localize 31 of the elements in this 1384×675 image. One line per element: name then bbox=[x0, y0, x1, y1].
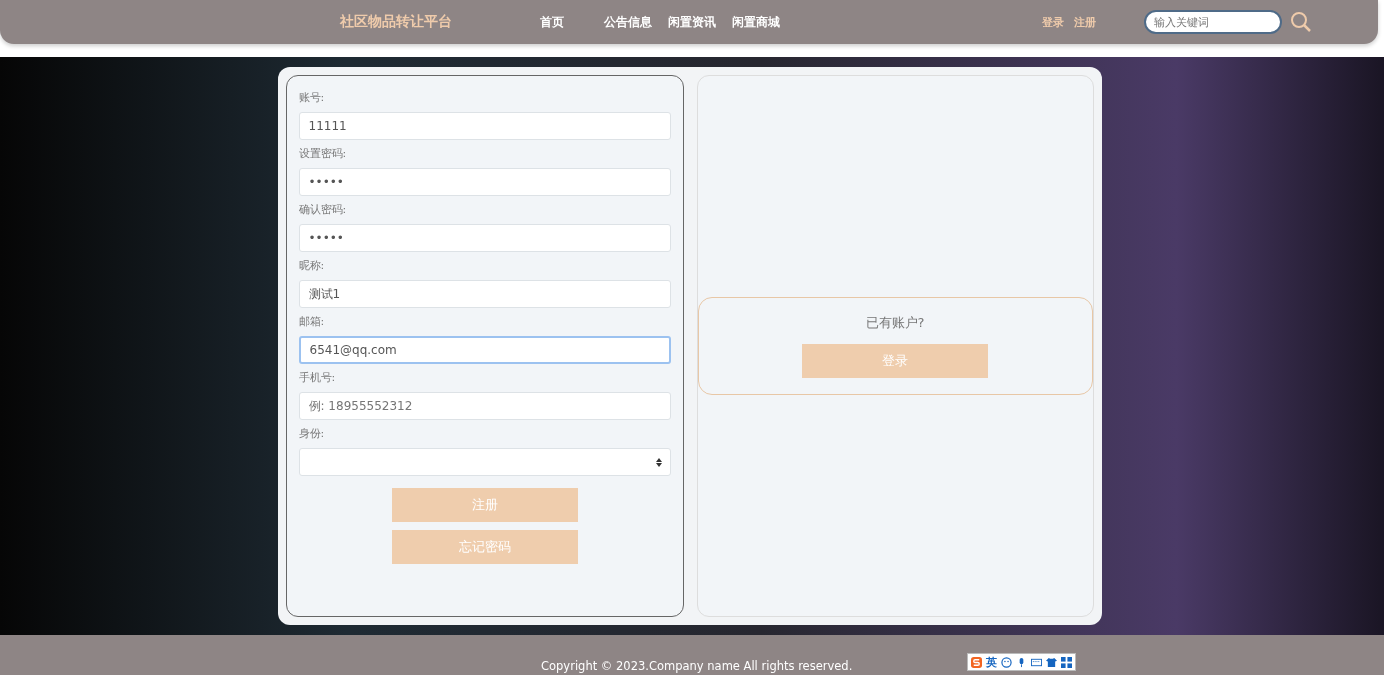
auth-link[interactable]: 登录 bbox=[1042, 14, 1064, 30]
nav-link[interactable]: 闲置资讯 bbox=[668, 13, 718, 31]
ime-logo-icon[interactable] bbox=[971, 656, 982, 668]
field-label: 设置密码: bbox=[298, 146, 348, 161]
nav-link[interactable]: 首页 bbox=[540, 13, 590, 31]
field-label: 确认密码: bbox=[298, 202, 348, 217]
login-prompt: 已有账户? bbox=[865, 314, 925, 332]
field-label: 昵称: bbox=[298, 258, 326, 273]
input-field[interactable]: 例: 18955552312 bbox=[298, 392, 671, 420]
sort-caret-icon bbox=[655, 457, 662, 467]
input-field[interactable]: 测试1 bbox=[298, 280, 671, 308]
ime-mode[interactable]: 英 bbox=[986, 654, 997, 670]
field-label: 身份: bbox=[298, 426, 326, 441]
field-label: 手机号: bbox=[298, 370, 337, 385]
copyright-text: Copyright © 2023.Company name All rights reserved. bbox=[541, 659, 854, 673]
input-field[interactable]: ••••• bbox=[298, 168, 671, 196]
grid-icon[interactable] bbox=[1061, 656, 1072, 668]
site-title: 社区物品转让平台 bbox=[340, 13, 453, 31]
keyboard-icon[interactable] bbox=[1031, 656, 1042, 668]
input-field[interactable]: 11111 bbox=[298, 112, 671, 140]
field-label: 邮箱: bbox=[298, 314, 326, 329]
search-field[interactable]: 输入关键词 bbox=[1144, 10, 1282, 34]
smiley-icon[interactable] bbox=[1001, 656, 1012, 668]
select-field[interactable] bbox=[298, 448, 671, 476]
nav-link[interactable]: 闲置商城 bbox=[732, 13, 782, 31]
shirt-icon[interactable] bbox=[1046, 656, 1057, 668]
input-field[interactable]: 6541@qq.com bbox=[298, 336, 671, 364]
nav-link[interactable]: 公告信息 bbox=[604, 13, 654, 31]
auth-link[interactable]: 注册 bbox=[1074, 14, 1096, 30]
field-label: 账号: bbox=[298, 90, 326, 105]
input-field[interactable]: ••••• bbox=[298, 224, 671, 252]
